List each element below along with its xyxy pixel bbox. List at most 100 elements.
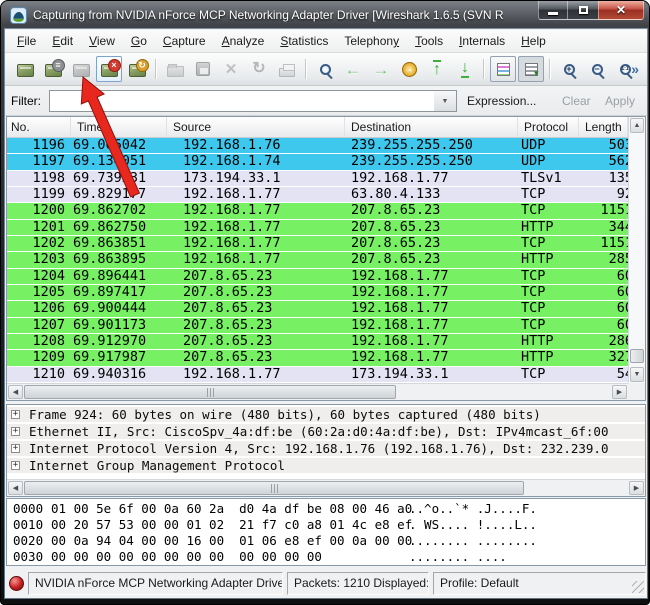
packet-list-hscrollbar[interactable]: ◀ ▶: [7, 383, 628, 400]
status-bar: NVIDIA nForce MCP Networking Adapter Dri…: [6, 570, 646, 597]
expand-plus-icon[interactable]: +: [11, 410, 20, 419]
goto-packet-icon[interactable]: [396, 56, 422, 82]
packet-row[interactable]: 1197 69.134051 192.168.1.74 239.255.255.…: [7, 154, 628, 170]
detail-row[interactable]: + Internet Group Management Protocol: [7, 458, 645, 473]
main-toolbar: »: [5, 53, 647, 86]
statusbar-profile: Profile: Default: [433, 572, 646, 595]
details-hscrollbar[interactable]: ◀ ▶: [7, 479, 645, 496]
packet-row[interactable]: 1210 69.940316 192.168.1.77 173.194.33.1…: [7, 367, 628, 383]
scroll-left-icon[interactable]: ◀: [8, 481, 23, 495]
packet-row[interactable]: 1199 69.829177 192.168.1.77 63.80.4.133 …: [7, 187, 628, 203]
col-header-time[interactable]: Time: [71, 117, 167, 137]
close-icon: ✕: [616, 4, 626, 16]
expert-info-led-icon[interactable]: [9, 576, 24, 591]
menu-go[interactable]: Go: [123, 30, 155, 52]
menu-help[interactable]: Help: [513, 30, 554, 52]
scroll-left-icon[interactable]: ◀: [8, 385, 23, 399]
maximize-button[interactable]: [568, 1, 598, 20]
detail-row[interactable]: + Frame 924: 60 bytes on wire (480 bits)…: [7, 407, 645, 422]
packet-row[interactable]: 1201 69.862750 192.168.1.77 207.8.65.23 …: [7, 220, 628, 236]
menu-analyze[interactable]: Analyze: [214, 30, 273, 52]
minimize-button[interactable]: [538, 1, 568, 20]
maximize-icon: [579, 6, 588, 14]
colorize-toggle-icon[interactable]: [490, 56, 516, 82]
restart-capture-icon[interactable]: [124, 56, 150, 82]
filter-dropdown-button[interactable]: ▼: [434, 90, 457, 112]
menu-file[interactable]: File: [9, 30, 44, 52]
col-header-source[interactable]: Source: [167, 117, 345, 137]
close-button[interactable]: ✕: [598, 1, 644, 20]
expand-plus-icon[interactable]: +: [11, 444, 20, 453]
menu-capture[interactable]: Capture: [155, 30, 214, 52]
zoom-out-icon[interactable]: [584, 56, 610, 82]
autoscroll-toggle-icon[interactable]: [518, 56, 544, 82]
scroll-right-icon[interactable]: ▶: [629, 481, 644, 495]
hscroll-thumb[interactable]: [24, 481, 524, 495]
save-file-icon[interactable]: [190, 56, 216, 82]
menu-edit[interactable]: Edit: [44, 30, 81, 52]
reload-icon[interactable]: [246, 56, 272, 82]
col-header-destination[interactable]: Destination: [345, 117, 518, 137]
statusbar-packets: Packets: 1210 Displayed:: [287, 572, 429, 595]
hscroll-thumb[interactable]: [24, 385, 396, 399]
menu-statistics[interactable]: Statistics: [272, 30, 336, 52]
print-icon[interactable]: [274, 56, 300, 82]
scroll-right-icon[interactable]: ▶: [612, 385, 627, 399]
menu-view[interactable]: View: [81, 30, 123, 52]
packet-row[interactable]: 1209 69.917987 207.8.65.23 192.168.1.77 …: [7, 350, 628, 366]
packet-row[interactable]: 1203 69.863895 192.168.1.77 207.8.65.23 …: [7, 252, 628, 268]
expand-plus-icon[interactable]: +: [11, 427, 20, 436]
go-back-icon[interactable]: [340, 56, 366, 82]
wireshark-window: Capturing from NVIDIA nForce MCP Network…: [0, 0, 650, 605]
chevron-down-icon: ▼: [442, 98, 449, 105]
menu-internals[interactable]: Internals: [451, 30, 513, 52]
packet-list-pane: No.TimeSourceDestinationProtocolLength 1…: [6, 116, 646, 401]
menu-telephony[interactable]: Telephony: [336, 30, 407, 52]
title-bar[interactable]: Capturing from NVIDIA nForce MCP Network…: [1, 1, 649, 29]
packet-row[interactable]: 1206 69.900444 207.8.65.23 192.168.1.77 …: [7, 301, 628, 317]
scroll-up-icon[interactable]: ▲: [630, 118, 644, 133]
packet-row[interactable]: 1205 69.897417 207.8.65.23 192.168.1.77 …: [7, 285, 628, 301]
go-bottom-icon[interactable]: [452, 56, 478, 82]
statusbar-interface: NVIDIA nForce MCP Networking Adapter Dri…: [28, 572, 283, 595]
apply-button[interactable]: Apply: [605, 94, 635, 108]
col-header-length[interactable]: Length: [579, 117, 628, 137]
packet-list-vscrollbar[interactable]: ▲ ▼: [628, 117, 645, 383]
filter-bar: Filter: ▼ Expression... Clear Apply: [5, 86, 647, 116]
packet-row[interactable]: 1200 69.862702 192.168.1.77 207.8.65.23 …: [7, 203, 628, 219]
col-header-no[interactable]: No.: [7, 117, 71, 137]
menu-tools[interactable]: Tools: [407, 30, 451, 52]
detail-row[interactable]: + Ethernet II, Src: CiscoSpv_4a:df:be (6…: [7, 424, 645, 439]
packet-row[interactable]: 1204 69.896441 207.8.65.23 192.168.1.77 …: [7, 269, 628, 285]
expand-plus-icon[interactable]: +: [11, 461, 20, 470]
zoom-in-icon[interactable]: [556, 56, 582, 82]
capture-options-icon[interactable]: [40, 56, 66, 82]
hex-row: 0020 00 0a 94 04 00 00 16 00 01 06 e8 ef…: [11, 533, 645, 549]
packet-row[interactable]: 1198 69.739231 173.194.33.1 192.168.1.77…: [7, 171, 628, 187]
expression-button[interactable]: Expression...: [467, 94, 536, 108]
col-header-protocol[interactable]: Protocol: [518, 117, 579, 137]
zoom-100-icon[interactable]: [612, 56, 638, 82]
packet-row[interactable]: 1208 69.912970 207.8.65.23 192.168.1.77 …: [7, 334, 628, 350]
list-interfaces-icon[interactable]: [12, 56, 38, 82]
detail-row[interactable]: + Internet Protocol Version 4, Src: 192.…: [7, 441, 645, 456]
start-capture-icon[interactable]: [68, 56, 94, 82]
hex-dump-pane: 0000 01 00 5e 6f 00 0a 60 2a d0 4a df be…: [6, 498, 646, 566]
packet-row[interactable]: 1207 69.901173 207.8.65.23 192.168.1.77 …: [7, 318, 628, 334]
packet-row[interactable]: 1202 69.863851 192.168.1.77 207.8.65.23 …: [7, 236, 628, 252]
go-top-icon[interactable]: [424, 56, 450, 82]
vscroll-thumb[interactable]: [630, 349, 644, 363]
toolbar-button: [549, 59, 551, 79]
clear-button[interactable]: Clear: [562, 94, 591, 108]
scroll-down-icon[interactable]: ▼: [630, 367, 644, 382]
filter-input[interactable]: [49, 90, 435, 112]
toolbar-button: [483, 59, 485, 79]
open-file-icon[interactable]: [162, 56, 188, 82]
stop-capture-icon[interactable]: [96, 56, 122, 82]
close-file-icon[interactable]: [218, 56, 244, 82]
menu-bar: FileEditViewGoCaptureAnalyzeStatisticsTe…: [5, 30, 647, 53]
packet-row[interactable]: 1196 69.066042 192.168.1.76 239.255.255.…: [7, 138, 628, 154]
find-packet-icon[interactable]: [312, 56, 338, 82]
resize-grip[interactable]: [632, 581, 644, 593]
go-forward-icon[interactable]: [368, 56, 394, 82]
